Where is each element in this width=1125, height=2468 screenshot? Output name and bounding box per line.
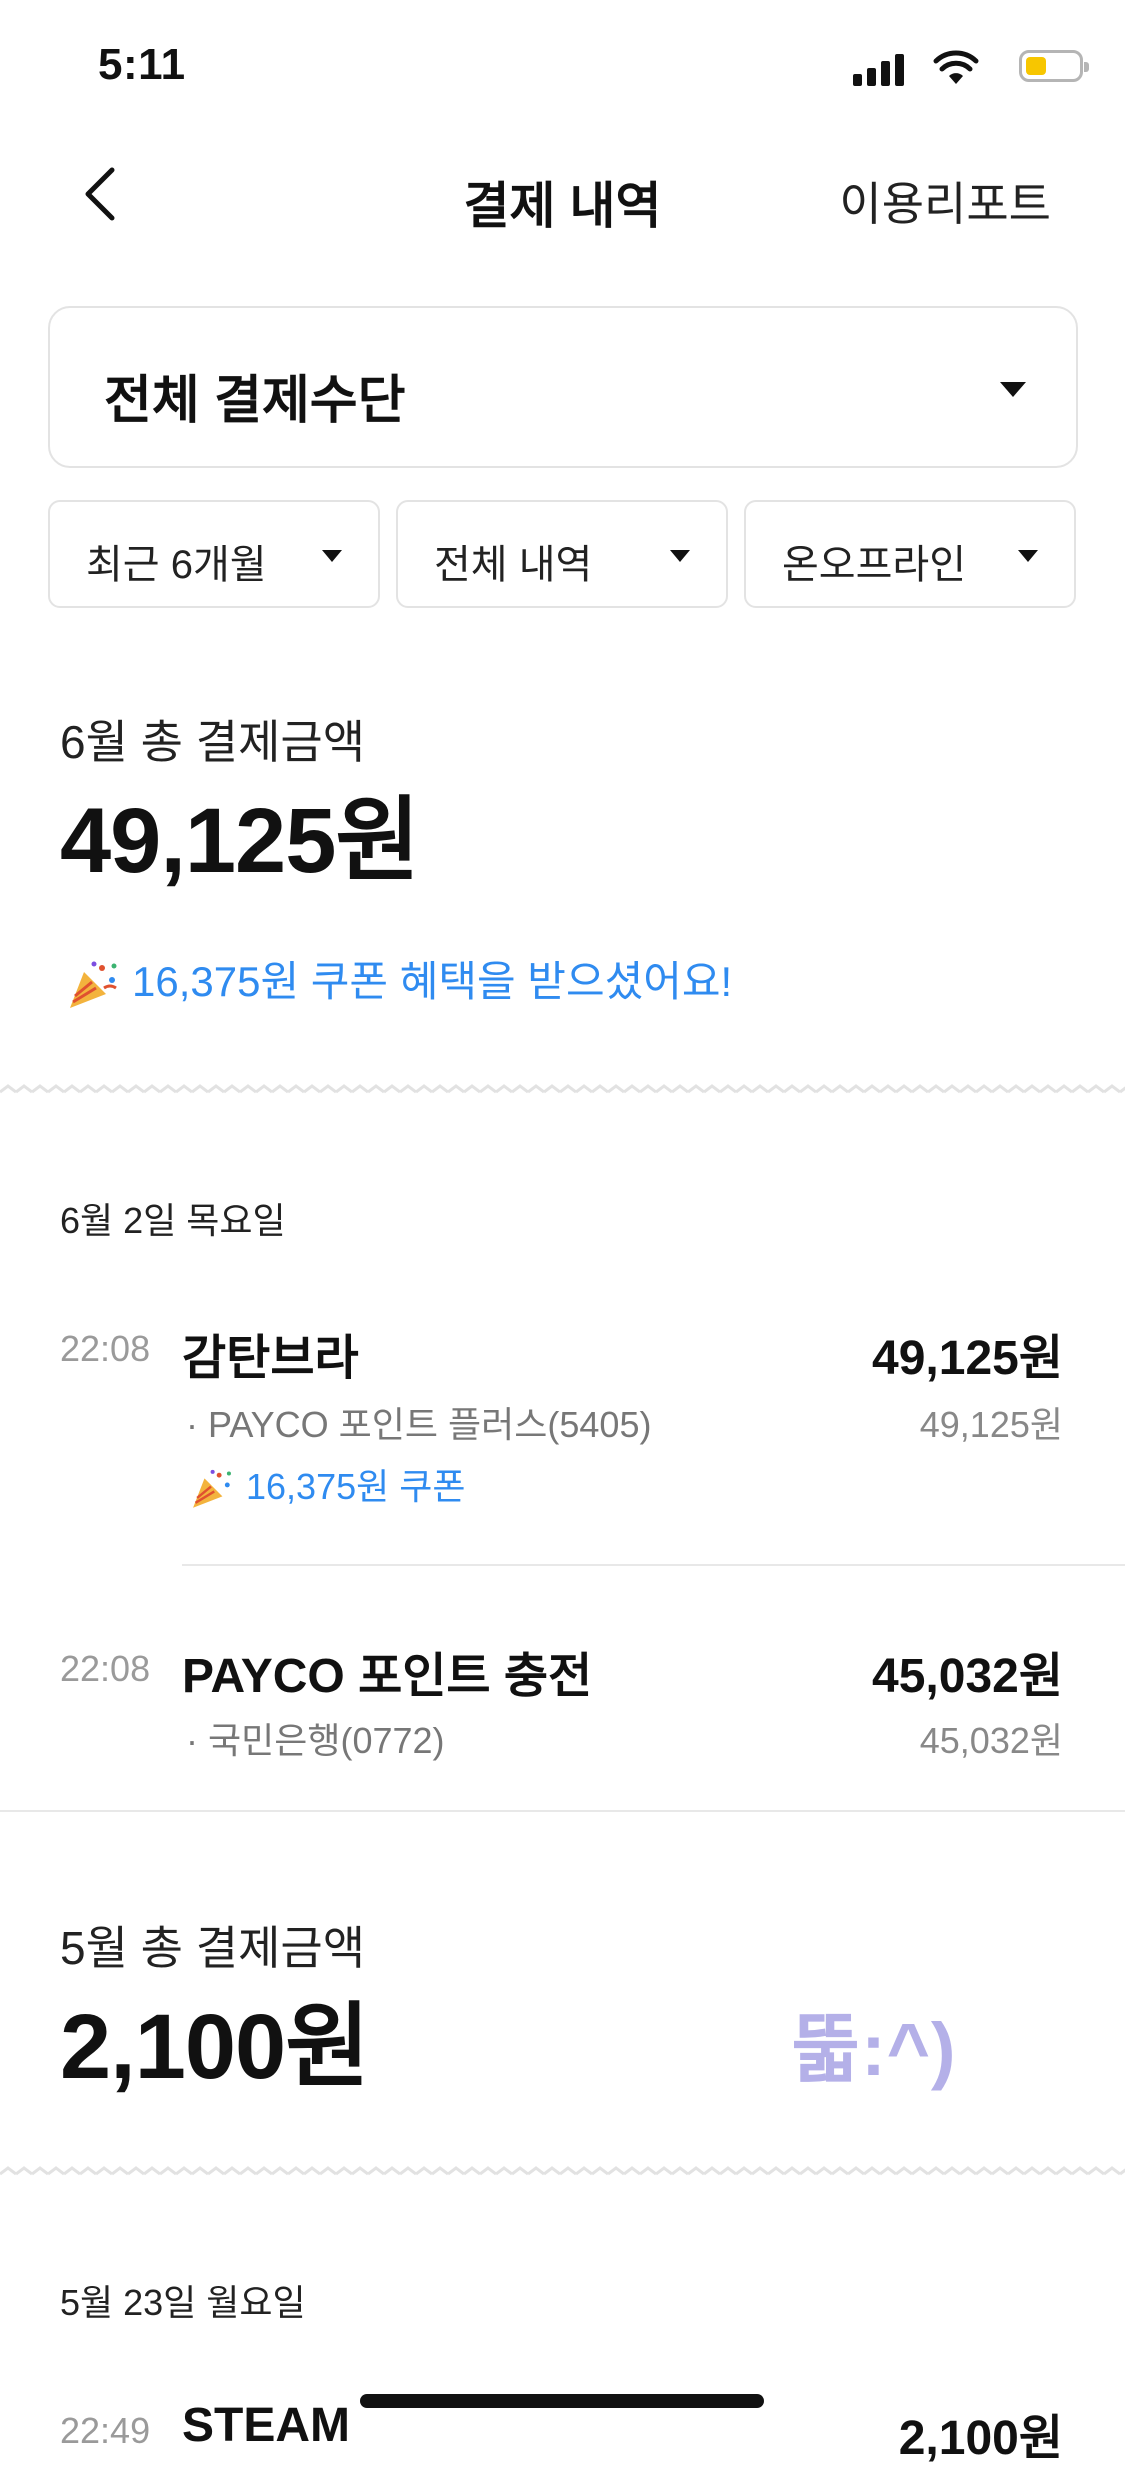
party-popper-icon <box>193 1470 231 1509</box>
wifi-icon <box>933 50 979 84</box>
transaction-time: 22:08 <box>60 1648 151 1689</box>
caret-down-icon <box>1018 550 1038 562</box>
transaction-merchant: PAYCO 포인트 충전 <box>182 1650 593 1703</box>
zigzag-divider <box>0 2164 1125 2180</box>
status-icons <box>853 48 1089 88</box>
transaction-payment-method: · PAYCO 포인트 플러스(5405) <box>186 1404 652 1445</box>
transaction-merchant: 감탄브라 <box>182 1332 359 1385</box>
month-total-label: 6월 총 결제금액 <box>60 716 366 768</box>
transaction-time: 22:49 <box>60 2410 151 2451</box>
status-time: 5:11 <box>98 40 186 89</box>
month-total-amount: 49,125원 <box>60 790 420 892</box>
battery-icon <box>1019 50 1089 82</box>
cellular-signal-icon <box>853 48 909 88</box>
caret-down-icon <box>1000 382 1026 397</box>
channel-filter-label: 온오프라인 <box>782 543 966 587</box>
transaction-time: 22:08 <box>60 1328 151 1369</box>
coupon-benefit-text: 16,375원 쿠폰 혜택을 받으셨어요! <box>132 958 733 1005</box>
section-divider <box>0 1810 1125 1812</box>
day-date-label: 5월 23일 월요일 <box>60 2282 306 2323</box>
month-total-label: 5월 총 결제금액 <box>60 1922 366 1974</box>
transaction-amount: 45,032원 <box>872 1650 1063 1703</box>
type-filter-label: 전체 내역 <box>434 543 593 587</box>
day-date-label: 6월 2일 목요일 <box>60 1200 286 1241</box>
payment-method-dropdown[interactable]: 전체 결제수단 <box>48 306 1078 468</box>
zigzag-divider <box>0 1082 1125 1098</box>
period-filter-label: 최근 6개월 <box>86 543 267 587</box>
home-indicator[interactable] <box>360 2394 764 2408</box>
channel-filter-dropdown[interactable]: 온오프라인 <box>744 500 1076 608</box>
period-filter-dropdown[interactable]: 최근 6개월 <box>48 500 380 608</box>
transaction-merchant: STEAM <box>182 2399 350 2452</box>
payment-method-label: 전체 결제수단 <box>104 372 406 430</box>
coupon-benefit-banner[interactable]: 16,375원 쿠폰 혜택을 받으셨어요! <box>64 948 732 1012</box>
transaction-amount: 2,100원 <box>898 2412 1063 2465</box>
transaction-amount: 49,125원 <box>872 1332 1063 1385</box>
watermark: 뚧:^) <box>792 2008 957 2091</box>
type-filter-dropdown[interactable]: 전체 내역 <box>396 500 728 608</box>
party-popper-icon <box>70 961 117 1008</box>
transaction-sub-amount: 49,125원 <box>919 1404 1063 1445</box>
transaction-coupon-text: 16,375원 쿠폰 <box>246 1466 466 1507</box>
caret-down-icon <box>670 550 690 562</box>
month-total-amount: 2,100원 <box>60 1996 370 2098</box>
transaction-divider <box>182 1564 1125 1566</box>
transaction-coupon: 16,375원 쿠폰 <box>188 1458 465 1511</box>
usage-report-link[interactable]: 이용리포트 <box>839 168 1051 234</box>
caret-down-icon <box>322 550 342 562</box>
transaction-sub-amount: 45,032원 <box>919 1720 1063 1761</box>
transaction-payment-method: · 국민은행(0772) <box>186 1720 445 1761</box>
